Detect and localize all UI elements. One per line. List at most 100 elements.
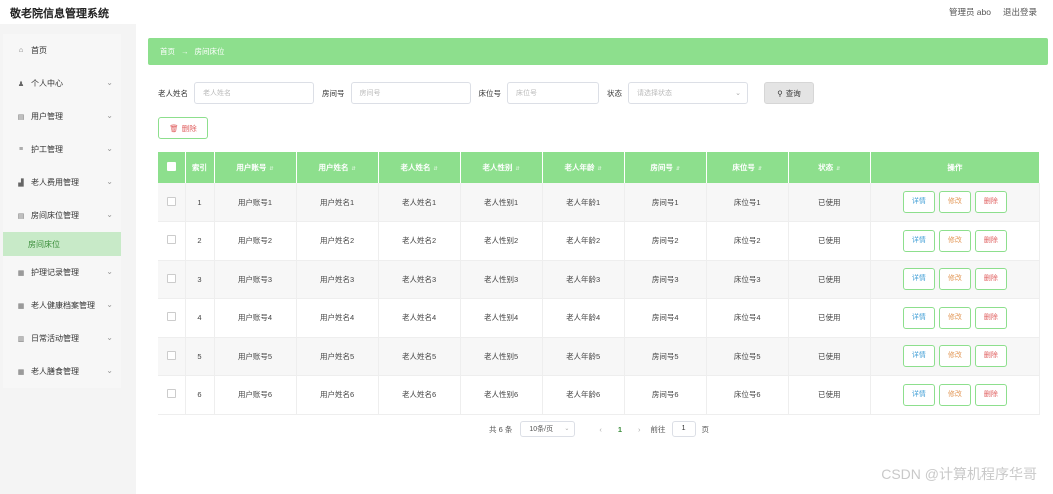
doc-icon: ▤ [17,113,25,121]
sort-icon[interactable]: ⇵ [516,166,520,172]
header-room-label: 房间号 [650,163,673,172]
sidebar-item[interactable]: ≡ 护工管理 ⌄ [3,133,121,166]
header-elder-age-label: 老人年龄 [564,163,595,172]
sidebar-item[interactable]: ♟ 个人中心 ⌄ [3,67,121,100]
row-checkbox[interactable] [166,273,176,283]
cell-index: 6 [185,375,215,415]
sidebar-item[interactable]: ⌂ 首页 [3,34,121,67]
sidebar-item[interactable]: ▦ 护理记录管理 ⌄ [3,256,121,289]
elder-name-input[interactable]: 老人姓名 [194,82,314,104]
header-bed[interactable]: 床位号 ⇵ [706,152,789,183]
view-details-button[interactable]: 详情 [902,306,935,329]
cell-user-account: 用户账号3 [214,260,297,299]
sidebar-item[interactable]: ▦ 老人膳食管理 ⌄ [3,355,121,388]
header-user-name[interactable]: 用户姓名 ⇵ [296,152,379,183]
delete-row-button[interactable]: 删除 [974,229,1007,252]
sort-icon[interactable]: ⇵ [836,166,840,172]
sidebar-item[interactable]: ▟ 老人费用管理 ⌄ [3,166,121,199]
sort-icon[interactable]: ⇵ [758,166,762,172]
cell-user-account: 用户账号5 [214,337,297,376]
header-status[interactable]: 状态 ⇵ [788,152,871,183]
header-bed-label: 床位号 [732,163,755,172]
row-checkbox[interactable] [166,312,176,322]
page-size-select[interactable]: 10条/页 ⌄ [520,421,576,437]
breadcrumb-home[interactable]: 首页 [160,46,175,57]
header-elder-gender[interactable]: 老人性别 ⇵ [460,152,543,183]
sort-icon[interactable]: ⇵ [351,166,355,172]
cell-bed: 床位号1 [706,183,789,222]
delete-row-button[interactable]: 删除 [974,191,1007,213]
edit-button[interactable]: 修改 [938,306,971,329]
row-actions: 详情 修改 删除 [870,221,1041,261]
cell-bed: 床位号4 [706,298,789,338]
room-input[interactable]: 房间号 [350,82,471,104]
bulk-delete-button[interactable]: 🗑 删除 [158,117,208,139]
sidebar-item[interactable]: ▤ 房间床位管理 ⌄ [3,199,121,232]
delete-row-button[interactable]: 删除 [974,306,1007,329]
select-all-header[interactable] [158,152,186,183]
prev-page-icon[interactable]: ‹ [599,425,602,434]
sidebar-item[interactable]: ▦ 老人健康档案管理 ⌄ [3,289,121,322]
header-room[interactable]: 房间号 ⇵ [624,152,707,183]
edit-button[interactable]: 修改 [938,268,971,291]
view-details-button[interactable]: 详情 [902,229,935,252]
status-label: 状态 [607,88,622,98]
chevron-down-icon: ⌄ [564,426,570,432]
view-details-button[interactable]: 详情 [902,268,935,291]
chevron-down-icon: ⌄ [106,78,113,87]
edit-button[interactable]: 修改 [938,229,971,252]
cell-bed: 床位号6 [706,375,789,415]
select-all-checkbox[interactable] [166,162,176,171]
view-details-button[interactable]: 详情 [902,383,935,406]
cell-index: 4 [185,298,215,338]
sort-icon[interactable]: ⇵ [269,166,273,172]
view-details-button[interactable]: 详情 [902,345,935,368]
edit-button[interactable]: 修改 [938,383,971,406]
chevron-down-icon: ⌄ [106,300,113,309]
bed-input[interactable]: 床位号 [507,82,599,104]
edit-button[interactable]: 修改 [938,345,971,368]
row-checkbox[interactable] [166,389,176,399]
row-checkbox[interactable] [166,235,176,245]
cell-user-name: 用户姓名5 [296,337,379,376]
header-elder-age[interactable]: 老人年龄 ⇵ [542,152,625,183]
edit-button[interactable]: 修改 [938,191,971,213]
delete-row-button[interactable]: 删除 [974,345,1007,368]
chart-icon: ▟ [18,179,24,187]
cell-user-account: 用户账号6 [214,375,297,415]
logout-link[interactable]: 退出登录 [1003,6,1037,18]
sidebar-item[interactable]: ▤ 用户管理 ⌄ [3,100,121,133]
cell-status: 已使用 [788,298,871,338]
row-checkbox[interactable] [166,350,176,360]
goto-page-input[interactable]: 1 [671,421,696,437]
delete-row-button[interactable]: 删除 [974,268,1007,291]
status-select[interactable]: 请选择状态 ⌄ [628,82,748,104]
grid-icon: ▦ [17,302,25,310]
row-actions: 详情 修改 删除 [870,260,1041,299]
cell-user-name: 用户姓名6 [296,375,379,415]
row-checkbox[interactable] [166,196,176,206]
table-row: 3 用户账号3 用户姓名3 老人姓名3 老人性别3 老人年龄3 房间号3 床位号3 已使用 详情修… [158,260,1041,299]
sort-icon[interactable]: ⇵ [433,166,437,172]
sidebar-item[interactable]: ▥ 日常活动管理 ⌄ [3,322,121,355]
page-number-current[interactable]: 1 [618,425,622,434]
sidebar-subitem-room-bed[interactable]: 房间床位 [3,232,121,256]
current-user[interactable]: 管理员 abo [949,6,991,18]
header-status-label: 状态 [818,163,834,172]
delete-row-button[interactable]: 删除 [974,383,1007,406]
sort-icon[interactable]: ⇵ [676,166,680,172]
cell-elder-age: 老人年龄2 [542,221,625,261]
cell-room: 房间号2 [624,221,707,261]
header-elder-name[interactable]: 老人姓名 ⇵ [378,152,461,183]
view-details-button[interactable]: 详情 [902,191,935,213]
row-select-cell [158,375,186,415]
sort-icon[interactable]: ⇵ [598,166,602,172]
row-actions: 详情 修改 删除 [870,375,1041,415]
cell-index: 1 [185,183,215,222]
search-button[interactable]: ⚲ 查询 [764,82,814,104]
goto-label: 前往 [650,424,666,434]
header-user-account[interactable]: 用户账号 ⇵ [214,152,297,183]
cell-status: 已使用 [788,183,871,222]
next-page-icon[interactable]: › [638,425,641,434]
cell-elder-age: 老人年龄5 [542,337,625,376]
